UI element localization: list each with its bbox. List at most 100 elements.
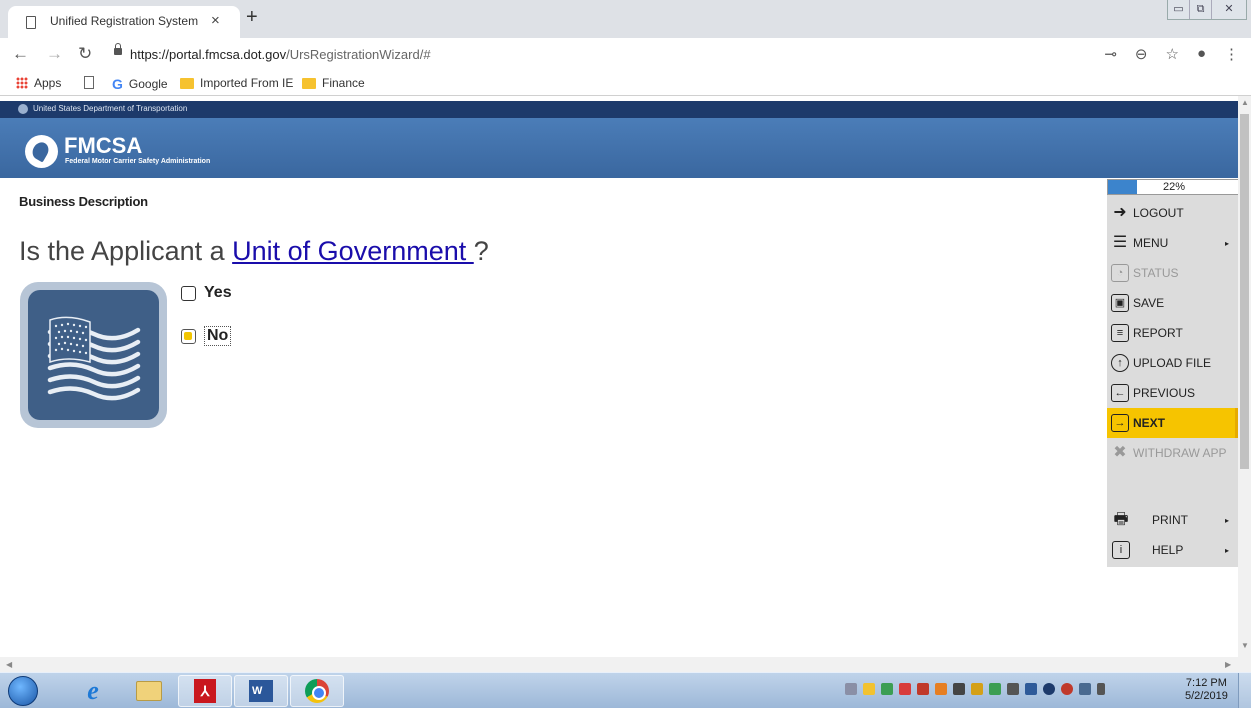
previous-button[interactable]: ← PREVIOUS xyxy=(1107,378,1239,408)
star-icon[interactable]: ☆ xyxy=(1165,45,1178,63)
option-yes[interactable]: Yes xyxy=(181,284,232,302)
tray-icon[interactable] xyxy=(1007,683,1019,695)
progress-bar: 22% xyxy=(1107,179,1239,195)
save-button[interactable]: ▣ SAVE xyxy=(1107,288,1239,318)
forward-arrow-icon[interactable]: → xyxy=(46,44,63,64)
tray-icon[interactable] xyxy=(1025,683,1037,695)
taskbar-acrobat[interactable]: ⅄ xyxy=(178,675,232,707)
flag-icon xyxy=(28,290,159,420)
question-suffix: ? xyxy=(473,236,489,266)
apps-grid-icon xyxy=(16,77,28,89)
signal-icon[interactable] xyxy=(953,683,965,695)
tray-icon[interactable] xyxy=(935,683,947,695)
bookmark-page[interactable] xyxy=(84,76,94,89)
tab-title: Unified Registration System xyxy=(50,14,199,28)
withdraw-icon: ✖ xyxy=(1113,444,1127,461)
help-button[interactable]: i HELP ▸ xyxy=(1107,535,1239,565)
taskbar-explorer[interactable] xyxy=(122,675,176,707)
taskbar-chrome[interactable] xyxy=(290,675,344,707)
tray-icon[interactable] xyxy=(899,683,911,695)
status-icon: ◔ xyxy=(1111,264,1129,282)
checkbox-no[interactable] xyxy=(181,328,196,344)
bookmark-label: Apps xyxy=(34,76,62,90)
horizontal-scrollbar[interactable]: ◀ ▶ xyxy=(0,657,1238,672)
scroll-up-icon[interactable]: ▲ xyxy=(1241,98,1249,107)
start-button[interactable] xyxy=(8,676,38,706)
upload-file-button[interactable]: ↑ UPLOAD FILE xyxy=(1107,348,1239,378)
clock-date: 5/2/2019 xyxy=(1185,690,1228,702)
logout-icon: ➜ xyxy=(1113,204,1127,221)
folder-icon xyxy=(302,77,316,89)
url-text[interactable]: https://portal.fmcsa.dot.gov/UrsRegistra… xyxy=(130,47,431,62)
report-button[interactable]: ≡ REPORT xyxy=(1107,318,1239,348)
word-icon: W xyxy=(249,680,273,702)
show-desktop-button[interactable] xyxy=(1238,673,1251,708)
restore-button[interactable]: ⧉ xyxy=(1190,0,1212,19)
tray-icon[interactable] xyxy=(989,683,1001,695)
browser-tab[interactable]: Unified Registration System × xyxy=(8,6,240,38)
bookmark-google[interactable]: G Google xyxy=(112,76,168,92)
flag-image xyxy=(20,282,167,428)
bookmark-imported[interactable]: Imported From IE xyxy=(180,76,293,90)
help-label: HELP xyxy=(1152,543,1184,557)
previous-label: PREVIOUS xyxy=(1133,386,1196,400)
withdraw-app-button[interactable]: ✖ WITHDRAW APP xyxy=(1107,438,1239,468)
bookmark-label: Google xyxy=(128,77,168,91)
menu-button[interactable]: ☰ MENU ▸ xyxy=(1107,228,1239,258)
tray-icon[interactable] xyxy=(845,683,857,695)
zoom-icon[interactable]: ⊖ xyxy=(1135,45,1148,63)
tray-icon[interactable] xyxy=(971,683,983,695)
taskbar-ie[interactable]: e xyxy=(66,675,120,707)
kebab-menu-icon[interactable]: ⋮ xyxy=(1224,45,1239,63)
tray-icon[interactable] xyxy=(1061,683,1073,695)
scroll-down-icon[interactable]: ▼ xyxy=(1241,641,1249,650)
next-button[interactable]: → NEXT xyxy=(1107,408,1239,438)
folder-icon xyxy=(180,77,194,89)
question-heading: Is the Applicant a Unit of Government ? xyxy=(19,236,489,267)
tray-icon[interactable] xyxy=(863,683,875,695)
logout-label: LOGOUT xyxy=(1133,206,1184,220)
tray-icon[interactable] xyxy=(1043,683,1055,695)
key-icon[interactable]: ⊸ xyxy=(1104,45,1117,63)
new-tab-button[interactable]: + xyxy=(246,6,258,29)
unit-of-government-link[interactable]: Unit of Government xyxy=(232,236,474,266)
logout-button[interactable]: ➜ LOGOUT xyxy=(1107,198,1239,228)
gov-banner-text: United States Department of Transportati… xyxy=(33,104,188,113)
monitor-icon[interactable] xyxy=(1079,683,1091,695)
bookmark-apps[interactable]: Apps xyxy=(16,76,61,90)
address-bar[interactable]: https://portal.fmcsa.dot.gov/UrsRegistra… xyxy=(108,43,1198,68)
gov-banner: United States Department of Transportati… xyxy=(0,101,1238,118)
vertical-scrollbar[interactable]: ▲ ▼ xyxy=(1238,96,1251,672)
menu-label: MENU xyxy=(1133,236,1169,250)
tray-icon[interactable] xyxy=(917,683,929,695)
close-tab-icon[interactable]: × xyxy=(211,12,220,29)
minimize-button[interactable]: ▭ xyxy=(1168,0,1190,19)
speaker-icon[interactable] xyxy=(1097,683,1105,695)
caret-right-icon: ▸ xyxy=(1224,545,1229,555)
print-button[interactable]: 🖶 PRINT ▸ xyxy=(1107,505,1239,535)
taskbar-word[interactable]: W xyxy=(234,675,288,707)
checkbox-yes[interactable] xyxy=(181,285,196,301)
bookmark-finance[interactable]: Finance xyxy=(302,76,365,90)
option-no[interactable]: No xyxy=(181,326,232,346)
bookmark-label: Finance xyxy=(322,76,365,90)
save-icon: ▣ xyxy=(1111,294,1129,312)
menu-icon: ☰ xyxy=(1112,234,1128,251)
close-window-button[interactable]: ✕ xyxy=(1212,0,1246,19)
google-icon: G xyxy=(112,76,123,92)
taskbar-clock[interactable]: 7:12 PM 5/2/2019 xyxy=(1185,677,1228,703)
reload-icon[interactable]: ↻ xyxy=(78,44,92,64)
caret-right-icon: ▸ xyxy=(1224,238,1229,248)
back-arrow-icon[interactable]: ← xyxy=(12,44,29,64)
vertical-scroll-thumb[interactable] xyxy=(1240,114,1249,469)
question-prefix: Is the Applicant a xyxy=(19,236,233,266)
upload-file-label: UPLOAD FILE xyxy=(1133,356,1212,370)
status-button[interactable]: ◔ STATUS xyxy=(1107,258,1239,288)
tray-icon[interactable] xyxy=(881,683,893,695)
scroll-left-icon[interactable]: ◀ xyxy=(6,660,12,669)
scroll-right-icon[interactable]: ▶ xyxy=(1225,660,1231,669)
system-tray xyxy=(845,683,1105,695)
save-label: SAVE xyxy=(1133,296,1165,310)
profile-icon[interactable]: ● xyxy=(1197,45,1206,63)
fmcsa-logo-icon[interactable] xyxy=(25,135,58,168)
